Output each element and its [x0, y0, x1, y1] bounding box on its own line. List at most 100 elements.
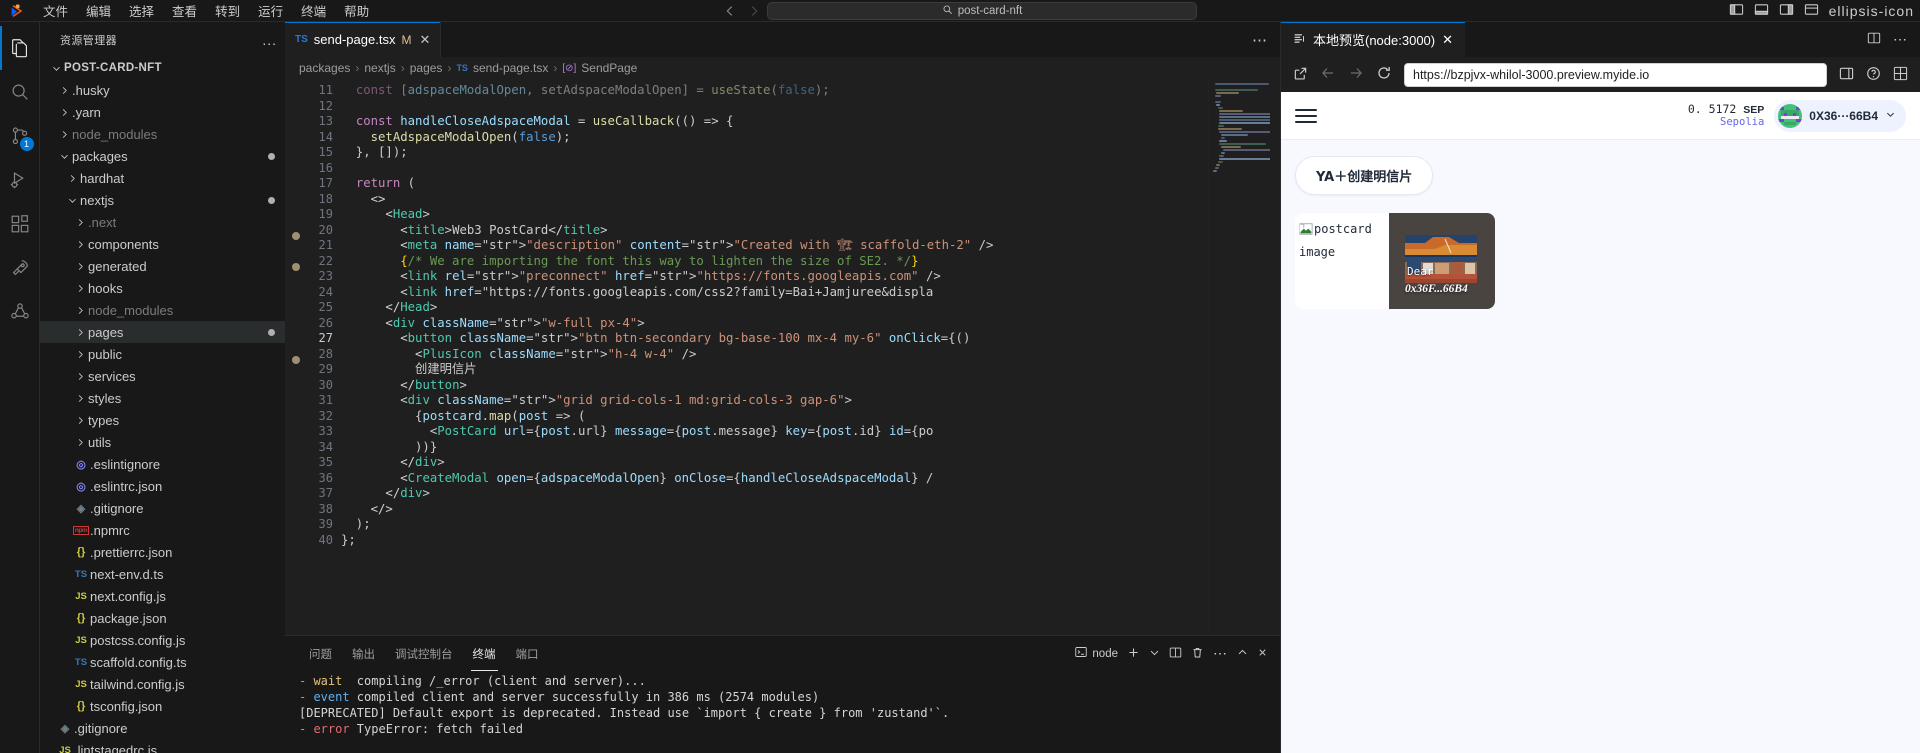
activity-source-control[interactable]: 1: [0, 114, 40, 158]
code-line[interactable]: </button>: [341, 378, 1208, 394]
tree-file-.gitignore[interactable]: ◈ .gitignore: [40, 497, 285, 519]
chevron-down-icon[interactable]: [48, 63, 64, 74]
tree-file-next.config.js[interactable]: JS next.config.js: [40, 585, 285, 607]
chevron-right-icon[interactable]: [72, 371, 88, 382]
chevron-right-icon[interactable]: [72, 305, 88, 316]
panel-tab-output[interactable]: 输出: [342, 636, 385, 671]
chevron-right-icon[interactable]: [56, 129, 72, 140]
activity-extensions[interactable]: [0, 202, 40, 246]
chevron-right-icon[interactable]: [72, 239, 88, 250]
tree-folder-packages[interactable]: packages: [40, 145, 285, 167]
activity-remote[interactable]: [0, 246, 40, 290]
chevron-up-icon[interactable]: [1237, 646, 1248, 661]
preview-more-icon[interactable]: ⋯: [1893, 31, 1908, 48]
trash-icon[interactable]: [1191, 646, 1204, 662]
code-line[interactable]: <div className="str">"grid grid-cols-1 m…: [341, 393, 1208, 409]
preview-close-icon[interactable]: ✕: [1442, 32, 1453, 48]
tree-folder-hardhat[interactable]: hardhat: [40, 167, 285, 189]
tree-file-scaffold.config.ts[interactable]: TS scaffold.config.ts: [40, 651, 285, 673]
editor-tab-send-page[interactable]: TS send-page.tsx M ✕: [285, 22, 442, 57]
code-line[interactable]: return (: [341, 176, 1208, 192]
reload-icon[interactable]: [1376, 65, 1392, 84]
menu-go[interactable]: 转到: [206, 0, 249, 22]
tree-folder-nextjs[interactable]: nextjs: [40, 189, 285, 211]
code-editor[interactable]: 11 12 13 14 15 16 17 18 19 20 21 22 23 24 25 26 27 28 29 30…: [285, 79, 1280, 635]
panel-more-icon[interactable]: ⋯: [1213, 645, 1228, 662]
code-line[interactable]: ))}: [341, 440, 1208, 456]
chevron-down-icon[interactable]: [56, 151, 72, 162]
tree-file-postcss.config.js[interactable]: JS postcss.config.js: [40, 629, 285, 651]
tree-folder-services[interactable]: services: [40, 365, 285, 387]
code-line[interactable]: <button className="str">"btn btn-seconda…: [341, 331, 1208, 347]
help-icon[interactable]: [1866, 66, 1881, 84]
menu-terminal[interactable]: 终端: [292, 0, 335, 22]
tree-folder-public[interactable]: public: [40, 343, 285, 365]
nav-forward-icon[interactable]: [747, 4, 761, 18]
breadcrumb-nextjs[interactable]: nextjs: [364, 61, 395, 75]
title-bar-more-icon[interactable]: ellipsis-icon: [1829, 3, 1914, 19]
preview-url-input[interactable]: https://bzpjvx-whilol-3000.preview.myide…: [1404, 62, 1827, 87]
code-line[interactable]: </div>: [341, 486, 1208, 502]
tree-file-tsconfig.json[interactable]: {} tsconfig.json: [40, 695, 285, 717]
chevron-right-icon[interactable]: [72, 327, 88, 338]
panel-tab-debug-console[interactable]: 调试控制台: [385, 636, 463, 671]
chevron-right-icon[interactable]: [72, 283, 88, 294]
tree-folder-.husky[interactable]: .husky: [40, 79, 285, 101]
code-line[interactable]: <div className="str">"w-full px-4">: [341, 316, 1208, 332]
tree-file-tailwind.config.js[interactable]: JS tailwind.config.js: [40, 673, 285, 695]
tree-file-next-env.d.ts[interactable]: TS next-env.d.ts: [40, 563, 285, 585]
layout-icon[interactable]: [1804, 2, 1819, 20]
code-line[interactable]: {/* We are importing the font this way t…: [341, 254, 1208, 270]
menu-view[interactable]: 查看: [163, 0, 206, 22]
code-line[interactable]: }, []);: [341, 145, 1208, 161]
breadcrumb-symbol[interactable]: SendPage: [581, 61, 637, 75]
code-line[interactable]: 创建明信片: [341, 362, 1208, 378]
code-line[interactable]: [341, 99, 1208, 115]
postcard-card[interactable]: Dear 0x36F...66B4: [1389, 213, 1495, 309]
wallet-address-chip[interactable]: 0X36···66B4: [1774, 99, 1906, 132]
preview-forward-icon[interactable]: [1348, 65, 1364, 84]
code-line[interactable]: <CreateModal open={adspaceModalOpen} onC…: [341, 471, 1208, 487]
external-link-icon[interactable]: [1293, 66, 1308, 84]
preview-iframe[interactable]: 0. 5172 SEP Sepolia 0X36···66B4 YA＋创建明信片…: [1281, 92, 1920, 753]
split-terminal-icon[interactable]: [1169, 646, 1182, 662]
code-line[interactable]: <PostCard url={post.url} message={post.m…: [341, 424, 1208, 440]
tree-folder-types[interactable]: types: [40, 409, 285, 431]
chevron-right-icon[interactable]: [72, 217, 88, 228]
editor-vertical-scrollbar[interactable]: [1270, 79, 1280, 635]
close-icon[interactable]: ✕: [419, 32, 430, 48]
file-tree[interactable]: POST-CARD-NFT .husky .yarn node_modules pack…: [40, 57, 285, 753]
code-line[interactable]: const [adspaceModalOpen, setAdspaceModal…: [341, 83, 1208, 99]
breadcrumb-packages[interactable]: packages: [299, 61, 350, 75]
chevron-right-icon[interactable]: [72, 393, 88, 404]
tree-folder-pages[interactable]: pages: [40, 321, 285, 343]
preview-back-icon[interactable]: [1320, 65, 1336, 84]
terminal-node-chip[interactable]: node: [1075, 646, 1118, 661]
chevron-right-icon[interactable]: [72, 261, 88, 272]
add-terminal-icon[interactable]: [1127, 646, 1140, 662]
panel-right-icon[interactable]: [1779, 2, 1794, 20]
chevron-right-icon[interactable]: [72, 415, 88, 426]
activity-search[interactable]: [0, 70, 40, 114]
code-line[interactable]: [341, 161, 1208, 177]
panel-left-icon[interactable]: [1729, 2, 1744, 20]
code-content[interactable]: const [adspaceModalOpen, setAdspaceModal…: [341, 79, 1208, 635]
chevron-right-icon[interactable]: [72, 437, 88, 448]
tree-folder-node_modules[interactable]: node_modules: [40, 299, 285, 321]
code-line[interactable]: </Head>: [341, 300, 1208, 316]
tree-folder-node_modules[interactable]: node_modules: [40, 123, 285, 145]
tree-folder-generated[interactable]: generated: [40, 255, 285, 277]
tree-folder-.next[interactable]: .next: [40, 211, 285, 233]
activity-share[interactable]: [0, 290, 40, 334]
chevron-down-icon[interactable]: [1149, 646, 1160, 661]
create-postcard-button[interactable]: YA＋创建明信片: [1295, 156, 1434, 195]
code-line[interactable]: <meta name="str">"description" content="…: [341, 238, 1208, 254]
code-line[interactable]: <Head>: [341, 207, 1208, 223]
editor-tabs-more-icon[interactable]: ⋯: [1252, 22, 1280, 57]
code-line[interactable]: </div>: [341, 455, 1208, 471]
tree-folder-hooks[interactable]: hooks: [40, 277, 285, 299]
nav-back-icon[interactable]: [723, 4, 737, 18]
menu-help[interactable]: 帮助: [335, 0, 378, 22]
grid-icon[interactable]: [1893, 66, 1908, 84]
breadcrumb-file[interactable]: send-page.tsx: [473, 61, 548, 75]
